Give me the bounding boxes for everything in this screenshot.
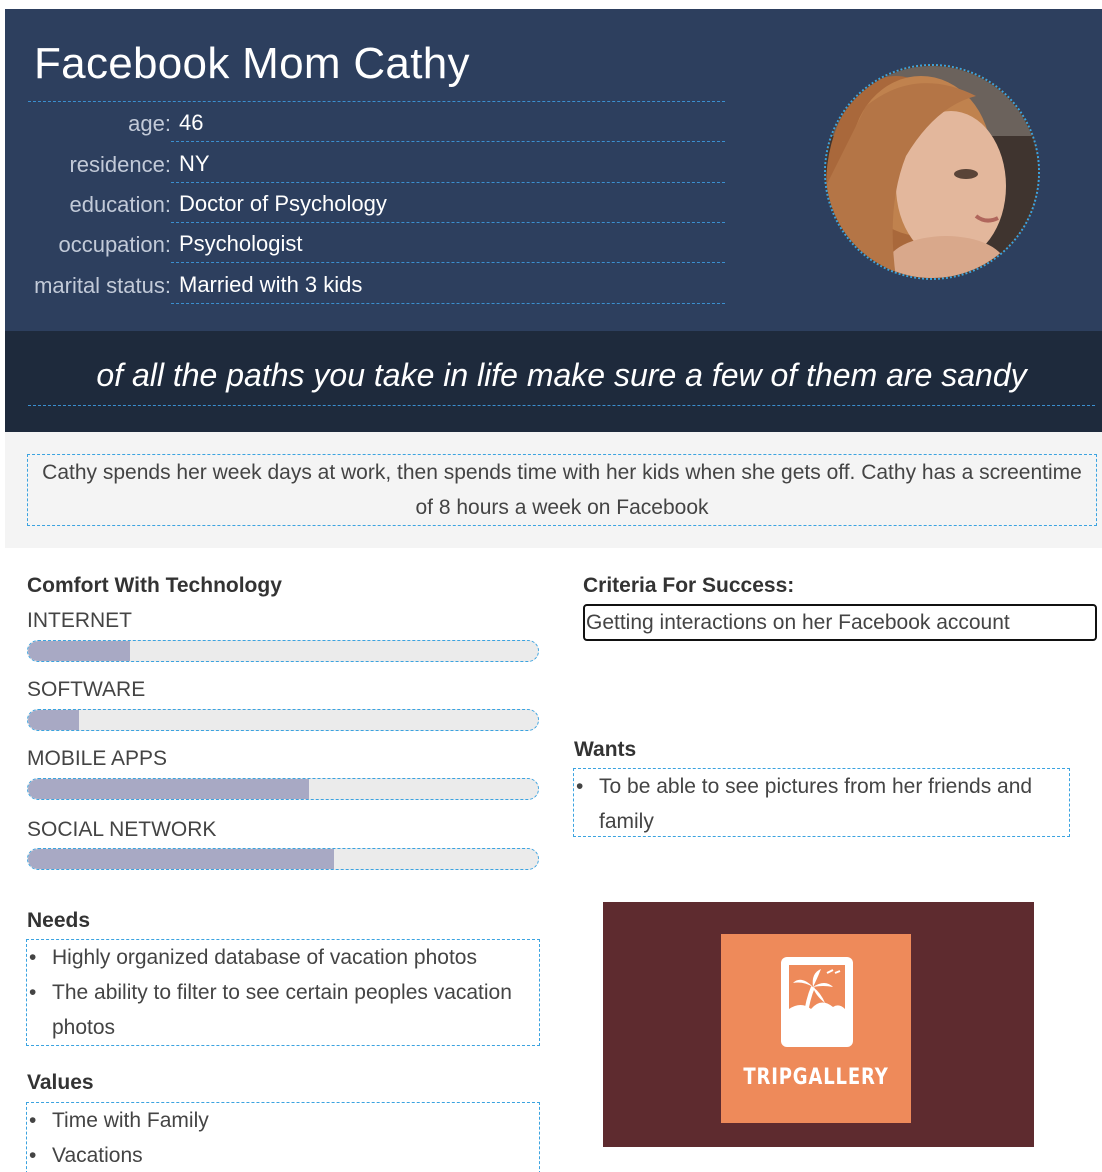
persona-quote: of all the paths you take in life make s…	[28, 357, 1095, 406]
criteria-title: Criteria For Success:	[583, 574, 795, 597]
tech-label-social-network: SOCIAL NETWORK	[27, 818, 217, 841]
comfort-title: Comfort With Technology	[27, 574, 282, 597]
tripgallery-logo: TRIPGALLERY	[721, 934, 911, 1123]
tech-label-mobile-apps: MOBILE APPS	[27, 747, 168, 770]
attribute-value: NY	[171, 143, 725, 183]
tech-bar-fill	[28, 849, 334, 869]
attribute-value: 46	[171, 102, 725, 142]
wants-item: To be able to see pictures from her frie…	[574, 769, 1059, 839]
attribute-row-age: age: 46	[5, 102, 725, 142]
attribute-label: education:	[69, 192, 171, 217]
persona-summary: Cathy spends her week days at work, then…	[27, 454, 1097, 526]
attribute-label: residence:	[69, 152, 171, 177]
persona-name: Facebook Mom Cathy	[34, 39, 470, 88]
attribute-value: Married with 3 kids	[171, 264, 725, 304]
photo-palm-icon	[781, 957, 853, 1047]
needs-item: Highly organized database of vacation ph…	[27, 940, 539, 975]
attribute-row-residence: residence: NY	[5, 143, 725, 183]
tech-label-internet: INTERNET	[27, 609, 132, 632]
tech-bar-fill	[28, 710, 79, 730]
persona-avatar	[824, 64, 1040, 280]
wants-title: Wants	[574, 738, 637, 761]
attribute-label: age:	[128, 111, 171, 136]
attribute-row-occupation: occupation: Psychologist	[5, 223, 725, 263]
criteria-text: Getting interactions on her Facebook acc…	[583, 604, 1097, 641]
attribute-label: occupation:	[58, 232, 171, 257]
needs-list: Highly organized database of vacation ph…	[26, 939, 540, 1046]
attribute-row-marital-status: marital status: Married with 3 kids	[5, 264, 725, 304]
needs-title: Needs	[27, 909, 91, 932]
portrait-image	[826, 66, 1038, 278]
tech-bar-internet	[27, 640, 539, 662]
persona-header: Facebook Mom Cathy age: 46 residence: NY…	[5, 9, 1102, 331]
tripgallery-logo-panel: TRIPGALLERY	[603, 902, 1034, 1147]
needs-item: The ability to filter to see certain peo…	[27, 975, 539, 1045]
tech-label-software: SOFTWARE	[27, 678, 146, 701]
values-list: Time with Family Vacations	[26, 1102, 540, 1172]
attribute-value: Doctor of Psychology	[171, 183, 725, 223]
values-item: Time with Family	[27, 1103, 539, 1138]
attribute-value: Psychologist	[171, 223, 725, 263]
tech-bar-fill	[28, 641, 130, 661]
tripgallery-wordmark: TRIPGALLERY	[743, 1065, 889, 1090]
tech-bar-social-network	[27, 848, 539, 870]
tech-bar-mobile-apps	[27, 778, 539, 800]
values-item: Vacations	[27, 1138, 539, 1172]
values-title: Values	[27, 1071, 94, 1094]
attribute-row-education: education: Doctor of Psychology	[5, 183, 725, 223]
quote-band: of all the paths you take in life make s…	[5, 331, 1102, 432]
tech-bar-software	[27, 709, 539, 731]
attribute-label: marital status:	[34, 273, 171, 298]
wants-list: To be able to see pictures from her frie…	[573, 768, 1070, 837]
tech-bar-fill	[28, 779, 309, 799]
summary-band: Cathy spends her week days at work, then…	[5, 432, 1102, 548]
